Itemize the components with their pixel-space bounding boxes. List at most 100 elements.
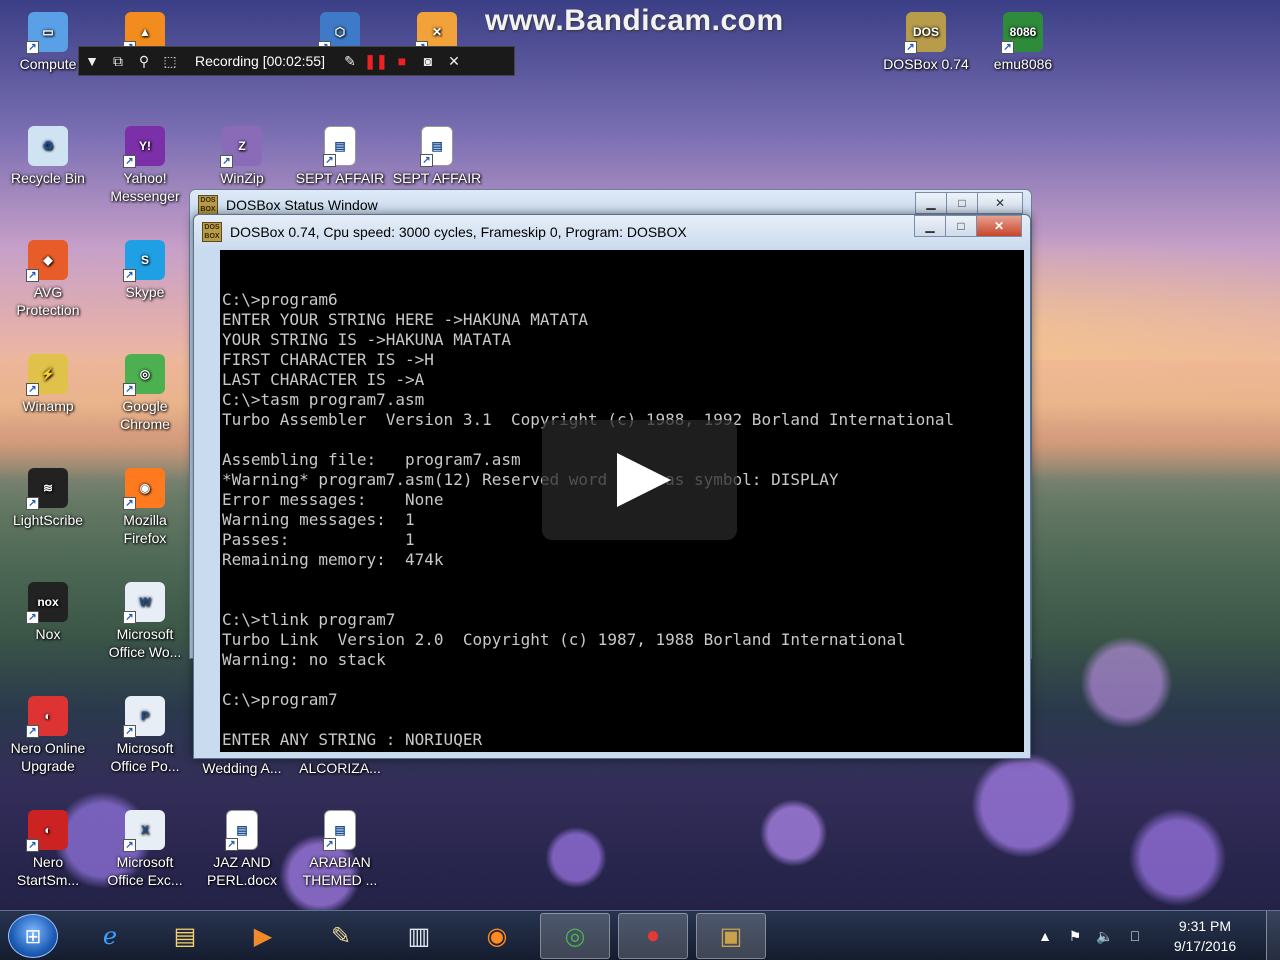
clock[interactable]: 9:31 PM 9/17/2016 — [1150, 916, 1260, 956]
desktop-icon-11[interactable]: ◆ ↗ AVG Protection — [0, 240, 96, 319]
powerpoint-icon: P ↗ — [123, 696, 165, 738]
taskbar-bandicam-icon[interactable]: ● — [618, 913, 688, 959]
console-line: Remaining memory: 474k — [222, 550, 444, 569]
skype-icon: S ↗ — [123, 240, 165, 282]
document-icon: ▤↗ — [323, 810, 356, 851]
desktop-icon-label: SEPT AFFAIR — [392, 170, 482, 186]
desktop-icon-10[interactable]: ▤ ↗ SEPT AFFAIR — [389, 126, 485, 187]
console-line: C:\>program6 — [222, 290, 338, 309]
taskbar-ie-icon[interactable]: ℯ — [75, 913, 145, 959]
minimize-button[interactable]: ▁ — [915, 192, 947, 214]
search-icon[interactable]: ⚲ — [131, 48, 157, 74]
menu-dropdown-icon[interactable]: ▼ — [79, 48, 105, 74]
network-icon[interactable]: ⎕ — [1120, 928, 1150, 945]
desktop-icon-label: JAZ AND PERL.docx — [206, 854, 278, 888]
shortcut-arrow-icon: ↗ — [123, 383, 136, 396]
desktop-icon-label: AVG Protection — [16, 284, 80, 318]
excel-icon: X ↗ — [123, 810, 165, 852]
taskbar-firefox-icon[interactable]: ◉ — [462, 913, 532, 959]
desktop-icon-label: Microsoft Office Exc... — [107, 854, 183, 888]
desktop-icon-17[interactable]: nox ↗ Nox — [0, 582, 96, 643]
desktop-icon-25[interactable]: ▤ ↗ JAZ AND PERL.docx — [194, 810, 290, 889]
desktop-icon-label: ALCORIZA... — [299, 760, 381, 776]
desktop-icon-4[interactable]: DOS ↗ DOSBox 0.74 — [878, 12, 974, 73]
dosbox-window-titlebar[interactable]: DOS BOX DOSBox 0.74, Cpu speed: 3000 cycl… — [194, 215, 1030, 248]
camera-icon[interactable]: ◙ — [415, 48, 441, 74]
chrome-icon: ◎ ↗ — [123, 354, 165, 396]
desktop-icon-23[interactable]: ◐ ↗ Nero StartSm... — [0, 810, 96, 889]
taskbar-wordpad-icon[interactable]: ▥ — [384, 913, 454, 959]
region-select-icon[interactable]: ⬚ — [157, 48, 183, 74]
shortcut-arrow-icon: ↗ — [26, 839, 39, 852]
taskbar-chrome-icon[interactable]: ◎ — [540, 913, 610, 959]
firefox-icon: ◉ ↗ — [123, 468, 165, 510]
taskbar-explorer-icon[interactable]: ▤ — [150, 913, 220, 959]
shortcut-arrow-icon: ↗ — [420, 154, 433, 167]
nero-icon: ◐ ↗ — [26, 696, 68, 738]
desktop-icon-label: WinZip — [220, 170, 264, 186]
document-icon: ▤↗ — [225, 810, 258, 851]
yahoo-icon: Y! ↗ — [123, 126, 165, 168]
console-line: LAST CHARACTER IS ->A — [222, 370, 425, 389]
desktop-icon-8[interactable]: Z ↗ WinZip — [194, 126, 290, 187]
maximize-button[interactable]: □ — [945, 215, 977, 237]
taskbar-dosbox-icon[interactable]: ▣ — [696, 913, 766, 959]
dosbox-window-title: DOSBox 0.74, Cpu speed: 3000 cycles, Fra… — [230, 223, 687, 240]
shortcut-arrow-icon: ↗ — [225, 838, 238, 851]
volume-icon[interactable]: 🔈 — [1090, 928, 1120, 945]
desktop-icon-7[interactable]: Y! ↗ Yahoo! Messenger — [97, 126, 193, 205]
desktop-icon-label: Mozilla Firefox — [123, 512, 167, 546]
desktop-icon-20[interactable]: P ↗ Microsoft Office Po... — [97, 696, 193, 775]
shortcut-arrow-icon: ↗ — [123, 269, 136, 282]
flag-icon[interactable]: ⚑ — [1060, 928, 1090, 945]
recording-toolbar[interactable]: ▼ ⧉ ⚲ ⬚ Recording [00:02:55] ✎ ❚❚ ■ ◙ ✕ — [78, 46, 515, 76]
shortcut-arrow-icon: ↗ — [26, 611, 39, 624]
start-button[interactable]: ⊞ — [8, 914, 58, 958]
desktop-icon-13[interactable]: ⚡ ↗ Winamp — [0, 354, 96, 415]
desktop-icon-label: SEPT AFFAIR — [295, 170, 385, 186]
desktop-icon-12[interactable]: S ↗ Skype — [97, 240, 193, 301]
desktop-icon-label: Nero Online Upgrade — [10, 740, 86, 774]
window-mode-icon[interactable]: ⧉ — [105, 48, 131, 74]
desktop-icon-5[interactable]: 8086 ↗ emu8086 — [975, 12, 1071, 73]
maximize-button[interactable]: □ — [946, 192, 978, 214]
desktop-icon-label: Wedding A... — [202, 760, 282, 776]
pause-icon[interactable]: ❚❚ — [363, 48, 389, 74]
close-button[interactable]: ✕ — [976, 215, 1022, 237]
play-button[interactable] — [542, 420, 737, 540]
clock-date: 9/17/2016 — [1173, 938, 1237, 954]
taskbar-media-player-icon[interactable]: ▶ — [228, 913, 298, 959]
desktop-icon-24[interactable]: X ↗ Microsoft Office Exc... — [97, 810, 193, 889]
shortcut-arrow-icon: ↗ — [1001, 41, 1014, 54]
document-icon: ▤↗ — [420, 126, 453, 167]
console-line: FIRST CHARACTER IS ->H — [222, 350, 434, 369]
shortcut-arrow-icon: ↗ — [323, 838, 336, 851]
taskbar-paint-icon[interactable]: ✎ — [306, 913, 376, 959]
winzip-icon: Z ↗ — [220, 126, 262, 168]
desktop-icon-label: emu8086 — [993, 56, 1053, 72]
desktop-icon-26[interactable]: ▤ ↗ ARABIAN THEMED ... — [292, 810, 388, 889]
desktop-icon-14[interactable]: ◎ ↗ Google Chrome — [97, 354, 193, 433]
desktop-icon-label: LightScribe — [12, 512, 84, 528]
console-line: REVERSE OF ENTERED STRING IS : REQUIRON — [222, 750, 1022, 752]
desktop-icon-19[interactable]: ◐ ↗ Nero Online Upgrade — [0, 696, 96, 775]
desktop-icon-16[interactable]: ◉ ↗ Mozilla Firefox — [97, 468, 193, 547]
console-line: C:\>program7 — [222, 690, 338, 709]
bandicam-watermark: www.Bandicam.com — [485, 4, 784, 37]
play-icon — [616, 453, 671, 507]
show-hidden-icons-icon[interactable]: ▲ — [1030, 928, 1060, 944]
desktop-icon-label: Nero StartSm... — [16, 854, 80, 888]
minimize-button[interactable]: ▁ — [914, 215, 946, 237]
show-desktop-button[interactable] — [1266, 911, 1280, 960]
close-button[interactable]: ✕ — [977, 192, 1023, 214]
desktop-icon-9[interactable]: ▤ ↗ SEPT AFFAIR — [292, 126, 388, 187]
desktop-icon-6[interactable]: ♻ Recycle Bin — [0, 126, 96, 187]
desktop-icon-label: Microsoft Office Wo... — [108, 626, 182, 660]
stop-icon[interactable]: ■ — [389, 48, 415, 74]
pencil-icon[interactable]: ✎ — [337, 48, 363, 74]
desktop-icon-18[interactable]: W ↗ Microsoft Office Wo... — [97, 582, 193, 661]
close-icon[interactable]: ✕ — [441, 48, 467, 74]
desktop-icon-15[interactable]: ≋ ↗ LightScribe — [0, 468, 96, 529]
